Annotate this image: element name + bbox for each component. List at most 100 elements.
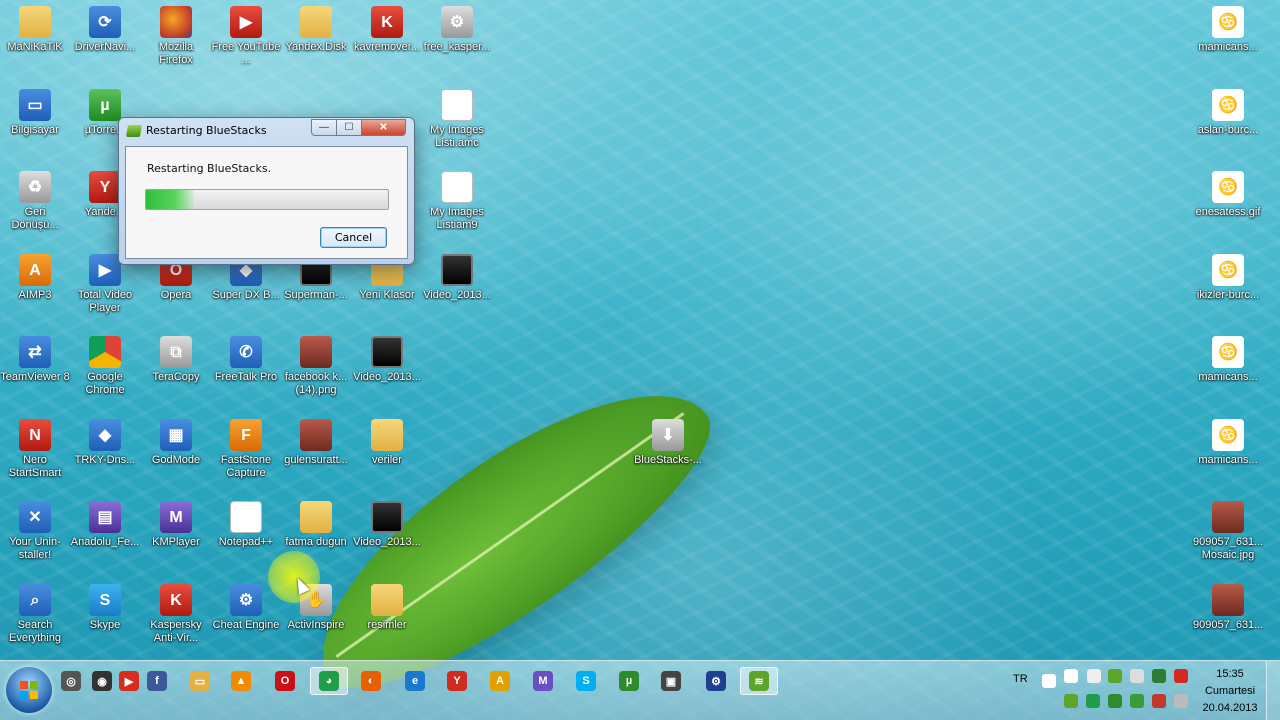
taskbar-button[interactable]: Y [438,667,476,695]
taskbar-button[interactable]: M [524,667,562,695]
video-icon [371,501,403,533]
settings-tray-icon[interactable] [1174,694,1188,708]
desktop-icon[interactable]: N Nero StartSmart [0,419,70,480]
bluestacks-tray-icon[interactable] [1108,669,1122,683]
taskbar-button[interactable]: µ [610,667,648,695]
taskbar-button[interactable]: ▲ [222,667,260,695]
notepad-icon: ✎ [230,501,262,533]
desktop-icon[interactable]: ◆ TRKY-Dns... [70,419,140,467]
desktop-icon-label: Google Chrome [85,371,125,396]
kaspersky-tray-icon[interactable] [1130,694,1144,708]
desktop-icon[interactable]: Google Chrome [70,336,140,397]
desktop-icon[interactable]: veriler [352,419,422,467]
desktop-icon[interactable]: ⌕ Search Everything [0,584,70,645]
maximize-button[interactable]: ☐ [336,119,362,136]
start-button[interactable] [6,667,52,713]
close-button[interactable]: ✕ [361,119,406,136]
desktop-icon[interactable]: resimler [352,584,422,632]
clock[interactable]: 15:35 Cumartesi 20.04.2013 [1200,666,1260,717]
desktop-icon[interactable]: ✎ Notepad++ [211,501,281,549]
desktop-icon[interactable]: My Images Listi.amc [422,89,492,150]
drive-icon[interactable] [1152,669,1166,683]
taskbar-button[interactable]: ▭ [181,667,219,695]
desktop-icon-label: My Images Listiam9 [430,206,484,231]
show-hidden-icons-icon[interactable] [1042,674,1056,688]
desktop-icon[interactable]: ⇄ TeamViewer 8 [0,336,70,384]
taskbar-button[interactable]: A [481,667,519,695]
flag-icon[interactable] [1064,669,1078,683]
language-indicator[interactable]: TR [1013,673,1028,685]
desktop-icon[interactable]: Video_2013... [352,501,422,549]
dialog-titlebar[interactable]: Restarting BlueStacks — ☐ ✕ [119,118,414,144]
desktop-icon[interactable]: My Images Listiam9 [422,171,492,232]
desktop-icon[interactable]: gulensuratt... [281,419,351,467]
desktop-icon[interactable]: MaNiKaTiK [0,6,70,54]
desktop-icon[interactable]: ▦ GodMode [141,419,211,467]
desktop-icon[interactable]: ♋ mamicans... [1193,419,1263,467]
taskbar-button[interactable]: O [266,667,304,695]
yandex-icon: Y [447,671,467,691]
chrome-tray-icon[interactable] [1086,694,1100,708]
bluestacks-icon: ≋ [749,671,769,691]
desktop-icon-label: Notepad++ [218,536,274,548]
desktop-icon-label: AIMP3 [18,289,52,301]
desktop-icon[interactable]: ♋ mamicans... [1193,6,1263,54]
taskbar-button[interactable]: S [567,667,605,695]
desktop-icon[interactable]: ⬇ BlueStacks-... [633,419,703,467]
zodiac-icon: ♋ [1212,336,1244,368]
taskbar-button[interactable]: ▣ [652,667,690,695]
desktop-icon[interactable]: Yandex.Disk [281,6,351,54]
utorrent-tray-icon[interactable] [1108,694,1122,708]
taskbar-button[interactable]: ◐ [352,667,390,695]
desktop-icon[interactable]: S Skype [70,584,140,632]
desktop-icon[interactable]: Kkavremover... [352,6,422,54]
desktop-icon[interactable]: ⟳ DriverNavi... [70,6,140,54]
desktop-icon[interactable]: facebook k... (14).png [281,336,351,397]
cancel-button[interactable]: Cancel [320,227,387,248]
desktop-icon[interactable]: ♋ aslan-burc... [1193,89,1263,137]
desktop-icon[interactable]: M KMPlayer [141,501,211,549]
bluestacks-tray-icon[interactable] [1064,694,1078,708]
desktop-icon[interactable]: Video_2013... [352,336,422,384]
taskbar-button[interactable]: e [396,667,434,695]
taskbar-button[interactable]: ≋ [740,667,778,695]
flag-off-icon[interactable] [1152,694,1166,708]
speaker-icon[interactable] [1130,669,1144,683]
desktop-icon[interactable]: ♋ enesatess.gif [1193,171,1263,219]
desktop-icon-label: TRKY-Dns... [74,454,136,466]
desktop-icon[interactable]: ✆ FreeTalk Pro [211,336,281,384]
desktop-icon[interactable]: ♋ ikizler-burc... [1193,254,1263,302]
desktop-icon[interactable]: ▤ Anadolu_Fe... [70,501,140,549]
desktop-icon[interactable]: Video_2013... [422,254,492,302]
desktop-icon[interactable]: Mozilla Firefox [141,6,211,67]
desktop-icon[interactable]: ♻ Geri Dönüşü... [0,171,70,232]
desktop-icon[interactable]: ▭ Bilgisayar [0,89,70,137]
desktop-icon[interactable]: F FastStone Capture [211,419,281,480]
desktop-icon[interactable]: A AIMP3 [0,254,70,302]
desktop-icon-label: ActivInspire [287,619,345,631]
chrome-icon [89,336,121,368]
taskbar-button[interactable]: ⚙ [697,667,735,695]
desktop-icon[interactable]: ⧉ TeraCopy [141,336,211,384]
taskbar-button[interactable]: f [138,667,176,695]
desktop-icon[interactable]: ✕ Your Unin-staller! [0,501,70,562]
desktop-icon-label: gulensuratt... [284,454,348,466]
desktop-icon-label: enesatess.gif [1195,206,1261,218]
desktop-icon-label: veriler [372,454,402,466]
explorer-icon: ▭ [190,671,210,691]
network-icon[interactable] [1087,669,1101,683]
taskbar-button[interactable]: ◕ [310,667,348,695]
desktop-icon[interactable]: fatma dugun [281,501,351,549]
yandex-tray-icon[interactable] [1174,669,1188,683]
minimize-button[interactable]: — [311,119,337,136]
folder-icon [19,6,51,38]
desktop-icon[interactable]: ⚙ free_kasper... [422,6,492,54]
show-desktop-button[interactable] [1266,661,1280,720]
desktop-icon[interactable]: K Kaspersky Anti-Vir... [141,584,211,645]
desktop-icon[interactable]: ▶ Free YouTube ... [211,6,281,67]
desktop-icon[interactable]: ⚙ Cheat Engine [211,584,281,632]
desktop-icon[interactable]: 909057_631... [1193,584,1263,632]
dialog-body: Restarting BlueStacks. Cancel [125,146,408,259]
desktop-icon[interactable]: 909057_631... Mosaic.jpg [1193,501,1263,562]
desktop-icon[interactable]: ♋ mamicans... [1193,336,1263,384]
